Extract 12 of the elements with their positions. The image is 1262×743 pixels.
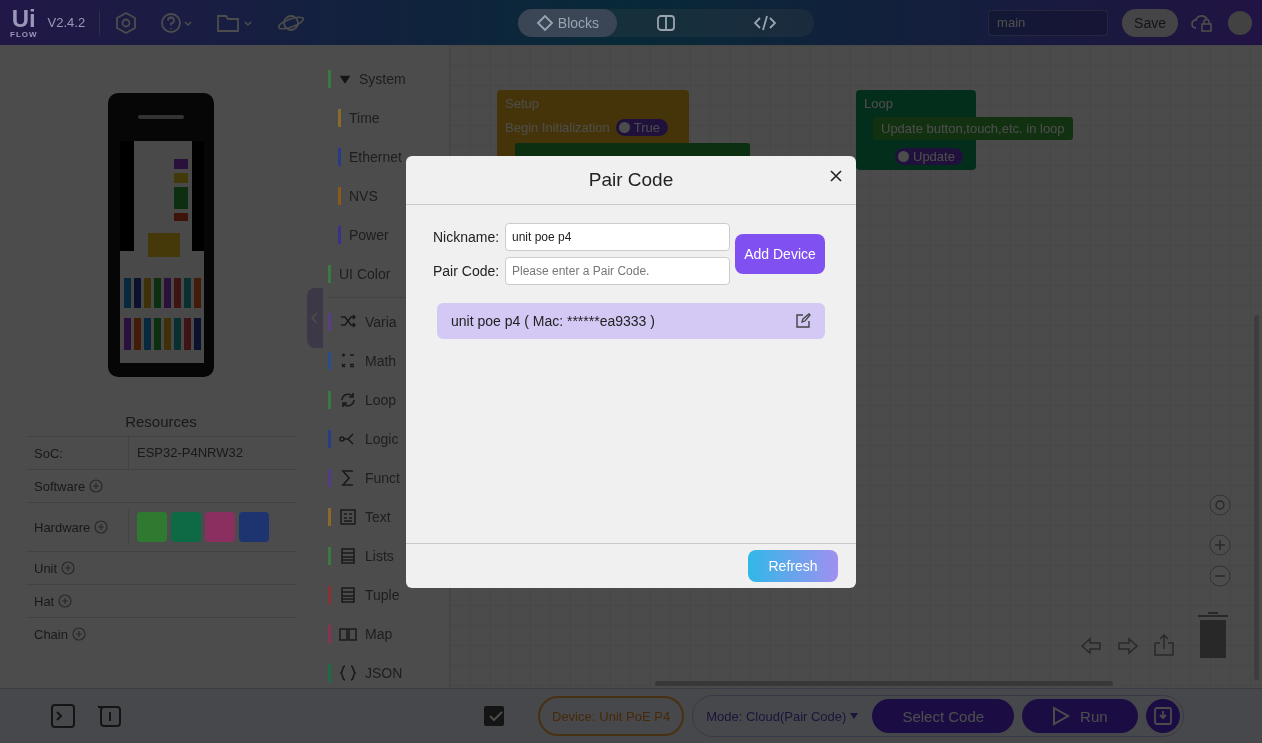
device-name: Unit PoE P4 [599, 708, 671, 724]
block-title: Setup [505, 96, 540, 111]
logo-subtitle: FLOW [10, 30, 38, 39]
dialog-title: Pair Code [588, 169, 674, 191]
logo: Ui [11, 6, 36, 31]
block-label: Begin Initialization [505, 120, 610, 135]
field-label: Nickname: [433, 229, 501, 245]
device-entry-text: unit poe p4 ( Mac: ******ea9333 ) [451, 313, 655, 329]
device-label: Device: [552, 708, 596, 724]
field-label: Pair Code: [433, 263, 501, 279]
version-label: V2.4.2 [47, 15, 86, 30]
block-title: Loop [864, 96, 894, 111]
